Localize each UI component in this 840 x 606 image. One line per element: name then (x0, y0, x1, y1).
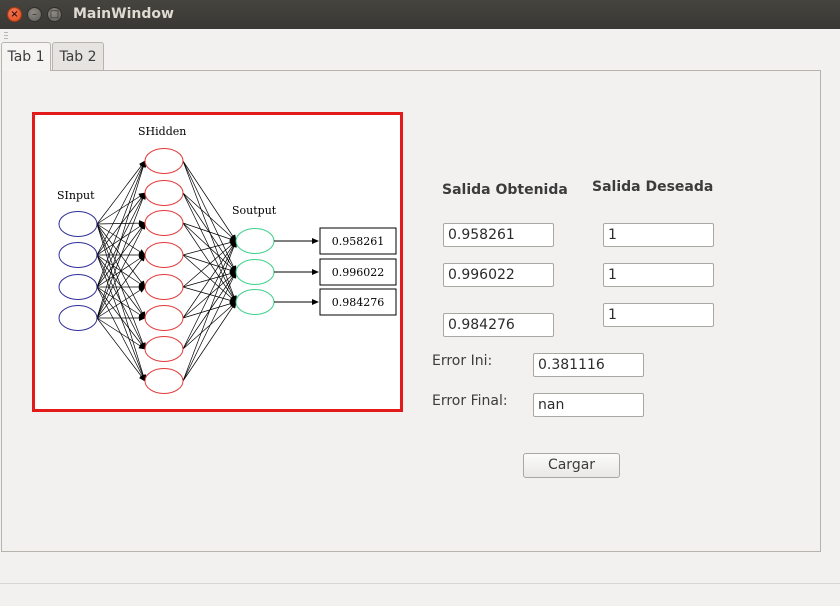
input-hidden-edge (96, 192, 146, 319)
output-value-text: 0.996022 (332, 266, 385, 279)
hidden-output-edge (182, 192, 237, 242)
minimize-window-button[interactable]: – (27, 7, 42, 22)
error-ini-field[interactable] (533, 353, 644, 377)
output-layer-label: Soutput (232, 204, 277, 217)
hidden-neuron (144, 242, 184, 268)
hidden-output-edge (182, 160, 237, 303)
hidden-layer-label: SHidden (138, 125, 186, 138)
deseada-field-3[interactable] (603, 303, 714, 327)
input-hidden-edge (96, 317, 146, 350)
hidden-output-edge (182, 160, 237, 273)
output-neuron (235, 259, 275, 285)
hidden-neuron (144, 305, 184, 331)
input-hidden-edge (96, 317, 146, 382)
obtenida-field-3[interactable] (443, 313, 554, 337)
title-bar: × – □ MainWindow (0, 0, 840, 29)
tab-2[interactable]: Tab 2 (52, 42, 104, 70)
cargar-button[interactable]: Cargar (523, 453, 620, 478)
deseada-field-2[interactable] (603, 263, 714, 287)
input-layer-label: SInput (57, 189, 95, 202)
tab-1[interactable]: Tab 1 (1, 42, 51, 71)
hidden-neuron (144, 274, 184, 300)
hidden-neuron (144, 180, 184, 206)
hidden-output-edge (182, 192, 237, 273)
salida-deseada-header: Salida Deseada (592, 179, 714, 195)
output-value-text: 0.984276 (332, 296, 385, 309)
input-neuron (58, 305, 98, 331)
deseada-field-1[interactable] (603, 223, 714, 247)
hidden-output-edge (182, 160, 237, 242)
hidden-neuron (144, 336, 184, 362)
network-diagram: SInput SHidden Soutput 0.958261 0.996022 0… (57, 125, 397, 394)
input-hidden-edge (96, 160, 146, 225)
salida-obtenida-header: Salida Obtenida (442, 182, 568, 198)
status-bar (0, 583, 840, 606)
network-diagram-image: SInput SHidden Soutput 0.958261 0.996022 0… (32, 112, 403, 412)
output-neuron (235, 228, 275, 254)
input-hidden-edge (96, 160, 147, 319)
hidden-neuron (144, 210, 184, 236)
close-window-button[interactable]: × (7, 7, 22, 22)
input-neuron (58, 242, 98, 268)
obtenida-field-1[interactable] (443, 223, 554, 247)
error-final-label: Error Final: (432, 393, 508, 409)
output-neuron (235, 289, 275, 315)
error-final-field[interactable] (533, 393, 644, 417)
toolbar-grip[interactable] (4, 32, 8, 40)
window-title: MainWindow (73, 6, 174, 22)
hidden-output-edge (182, 271, 237, 382)
maximize-window-button[interactable]: □ (47, 7, 62, 22)
hidden-output-edge (182, 222, 237, 242)
input-hidden-edge (96, 286, 146, 382)
input-neuron (58, 211, 98, 237)
output-value-text: 0.958261 (332, 235, 385, 248)
hidden-neuron (144, 148, 184, 174)
input-hidden-edge (96, 160, 146, 256)
obtenida-field-2[interactable] (443, 263, 554, 287)
input-neuron (58, 274, 98, 300)
hidden-neuron (144, 368, 184, 394)
input-hidden-edge (96, 254, 146, 350)
error-ini-label: Error Ini: (432, 353, 493, 369)
